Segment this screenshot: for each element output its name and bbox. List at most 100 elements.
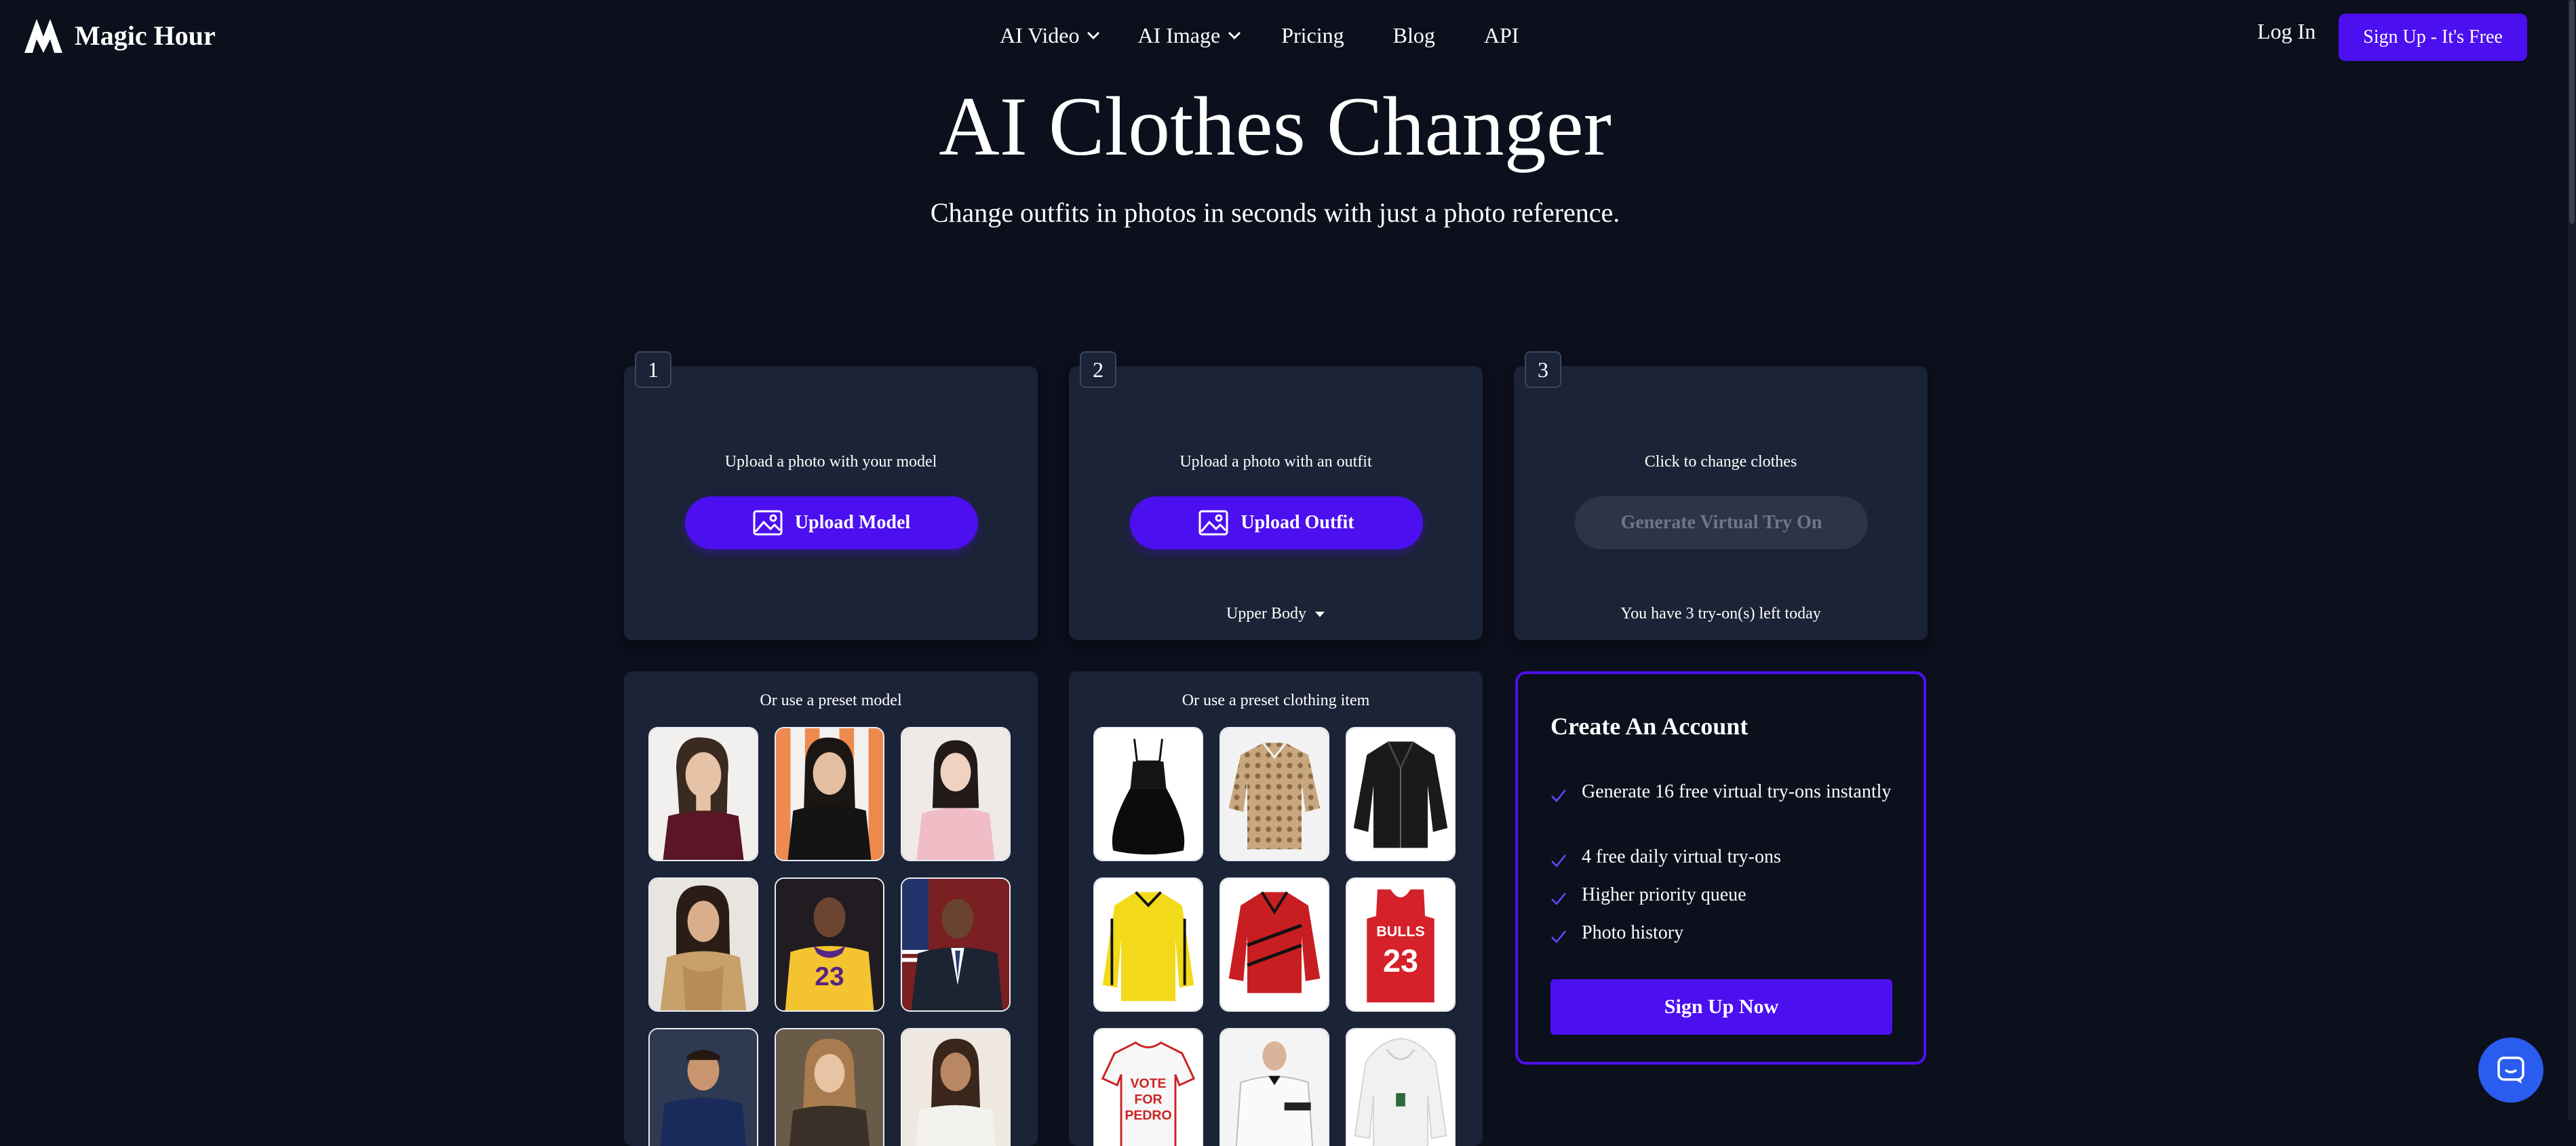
nav-ai-image-label: AI Image: [1137, 22, 1221, 47]
nav-blog[interactable]: Blog: [1393, 23, 1435, 48]
step-card-outfit: Upload a photo with an outfit Upload Out…: [1069, 366, 1483, 640]
preset-model-6[interactable]: [901, 877, 1011, 1012]
brand-logo[interactable]: Magic Hour: [23, 15, 216, 56]
model-photo: [650, 728, 757, 860]
caret-down-icon: [1314, 611, 1325, 617]
nav-pricing-label: Pricing: [1281, 22, 1344, 47]
svg-text:VOTE: VOTE: [1130, 1076, 1166, 1091]
upload-model-label: Upload Model: [794, 512, 911, 533]
model-photo: [650, 1029, 757, 1146]
upload-model-button[interactable]: Upload Model: [685, 496, 978, 549]
model-photo: 23: [776, 879, 883, 1010]
scrollbar-thumb[interactable]: [2569, 0, 2575, 224]
check-icon: [1551, 930, 1566, 943]
check-icon: [1551, 854, 1566, 867]
image-icon: [1198, 510, 1228, 536]
preset-clothing-title: Or use a preset clothing item: [1182, 692, 1370, 709]
image-icon: [753, 510, 783, 536]
preset-model-8[interactable]: [775, 1028, 884, 1146]
chevron-down-icon: [1228, 31, 1241, 40]
step-label: Upload a photo with your model: [724, 453, 937, 471]
black-dress-photo: [1095, 728, 1202, 860]
nav-blog-label: Blog: [1392, 22, 1435, 47]
preset-clothing-9[interactable]: [1346, 1028, 1456, 1146]
preset-model-4[interactable]: [648, 877, 758, 1012]
preset-model-2[interactable]: [775, 727, 884, 861]
signup-button[interactable]: Sign Up - It's Free: [2339, 14, 2527, 61]
model-photo: [902, 879, 1009, 1010]
svg-text:FOR: FOR: [1134, 1092, 1162, 1107]
body-region-select[interactable]: Upper Body: [1226, 605, 1325, 623]
svg-text:23: 23: [815, 962, 844, 991]
patterned-shirt-photo: [1221, 728, 1328, 860]
body-region-select-wrap: Upper Body: [1069, 605, 1483, 623]
step-card-model: Upload a photo with your model Upload Mo…: [624, 366, 1038, 640]
step-number: 2: [1080, 351, 1116, 388]
generate-try-on-button[interactable]: Generate Virtual Try On: [1575, 496, 1868, 549]
main-nav: AI Video AI Image Pricing Blog API: [1000, 16, 1519, 54]
chevron-down-icon: [1087, 31, 1100, 40]
nav-ai-image[interactable]: AI Image: [1137, 23, 1242, 48]
nav-ai-video-label: AI Video: [1000, 22, 1080, 47]
preset-model-9[interactable]: [901, 1028, 1011, 1146]
page-title: AI Clothes Changer: [939, 80, 1612, 173]
vote-for-pedro-shirt-photo: VOTE FOR PEDRO: [1095, 1029, 1202, 1146]
step-label: Click to change clothes: [1644, 453, 1797, 471]
preset-model-3[interactable]: [901, 727, 1011, 861]
benefit-text: Photo history: [1582, 922, 1684, 943]
preset-clothing-8[interactable]: [1219, 1028, 1329, 1146]
create-account-card: Create An Account Generate 16 free virtu…: [1515, 671, 1926, 1065]
model-photo: [776, 728, 883, 860]
check-icon: [1551, 892, 1566, 905]
chat-launcher-button[interactable]: [2478, 1038, 2543, 1103]
benefit-item: Photo history: [1550, 920, 1903, 947]
nav-pricing[interactable]: Pricing: [1281, 23, 1344, 48]
try-on-remaining: You have 3 try-on(s) left today: [1620, 605, 1821, 623]
leather-jacket-photo: [1347, 728, 1454, 860]
preset-clothing-1[interactable]: [1093, 727, 1203, 861]
preset-clothing-2[interactable]: [1219, 727, 1329, 861]
step-label: Upload a photo with an outfit: [1179, 453, 1372, 471]
step-card-generate: Click to change clothes Generate Virtual…: [1514, 366, 1928, 640]
preset-clothing-6[interactable]: BULLS 23: [1346, 877, 1456, 1012]
bulls-jersey-photo: BULLS 23: [1347, 879, 1454, 1010]
benefit-item: Higher priority queue: [1550, 882, 1903, 909]
white-hoodie-photo: [1347, 1029, 1454, 1146]
model-photo: [776, 1029, 883, 1146]
preset-model-7[interactable]: [648, 1028, 758, 1146]
preset-clothing-3[interactable]: [1346, 727, 1456, 861]
upload-outfit-label: Upload Outfit: [1241, 512, 1354, 533]
yellow-jacket-photo: [1095, 879, 1202, 1010]
white-tuxedo-photo: [1221, 1029, 1328, 1146]
preset-clothing-panel: Or use a preset clothing item BULLS 23 V…: [1069, 671, 1483, 1146]
preset-model-title: Or use a preset model: [760, 692, 902, 709]
sign-up-now-button[interactable]: Sign Up Now: [1550, 979, 1892, 1035]
upload-outfit-button[interactable]: Upload Outfit: [1130, 496, 1423, 549]
preset-model-1[interactable]: [648, 727, 758, 861]
benefit-text: Generate 16 free virtual try-ons instant…: [1582, 781, 1892, 802]
chat-icon: [2497, 1056, 2524, 1084]
jersey-number-text: 23: [1383, 943, 1418, 979]
nav-api-label: API: [1483, 22, 1519, 47]
benefit-item: 4 free daily virtual try-ons: [1550, 844, 1903, 871]
preset-model-5[interactable]: 23: [775, 877, 884, 1012]
preset-clothing-4[interactable]: [1093, 877, 1203, 1012]
preset-clothing-7[interactable]: VOTE FOR PEDRO: [1093, 1028, 1203, 1146]
benefit-item: Generate 16 free virtual try-ons instant…: [1550, 778, 1903, 806]
preset-clothing-5[interactable]: [1219, 877, 1329, 1012]
preset-model-panel: Or use a preset model 23: [624, 671, 1038, 1146]
body-region-value: Upper Body: [1226, 605, 1306, 623]
nav-api[interactable]: API: [1484, 23, 1519, 48]
model-photo: [650, 879, 757, 1010]
check-icon: [1551, 789, 1566, 802]
login-link[interactable]: Log In: [2257, 19, 2316, 44]
magic-hour-logo-icon: [24, 19, 62, 53]
step-number: 3: [1525, 351, 1561, 388]
red-jacket-photo: [1221, 879, 1328, 1010]
account-title: Create An Account: [1550, 713, 1749, 740]
model-photo: [902, 728, 1009, 860]
page-subtitle: Change outfits in photos in seconds with…: [930, 197, 1620, 228]
nav-ai-video[interactable]: AI Video: [1000, 23, 1101, 48]
jersey-team-text: BULLS: [1376, 923, 1425, 939]
svg-text:PEDRO: PEDRO: [1125, 1108, 1171, 1123]
